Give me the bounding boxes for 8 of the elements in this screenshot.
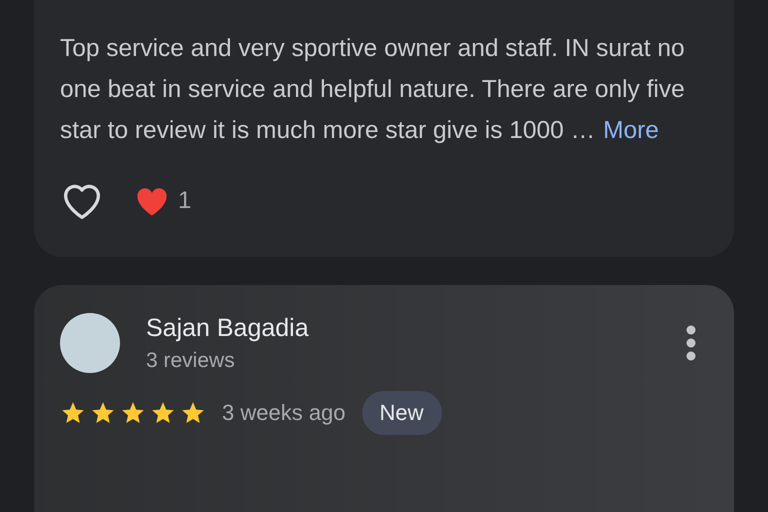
review-count: 3 reviews <box>146 348 236 372</box>
review-text: Top service and very sportive owner and staff. IN surat no one beat in service and helpful nature. There are only five star to review it is much more star give is 1000 … More <box>60 34 686 146</box>
more-link[interactable]: More <box>603 117 659 144</box>
more-vertical-icon <box>686 325 696 361</box>
reaction-count: 1 <box>178 187 192 215</box>
reviewer-name[interactable]: Sajan Bagadia <box>146 314 648 342</box>
review-time: 3 weeks ago <box>222 400 346 426</box>
new-badge: New <box>362 391 442 435</box>
